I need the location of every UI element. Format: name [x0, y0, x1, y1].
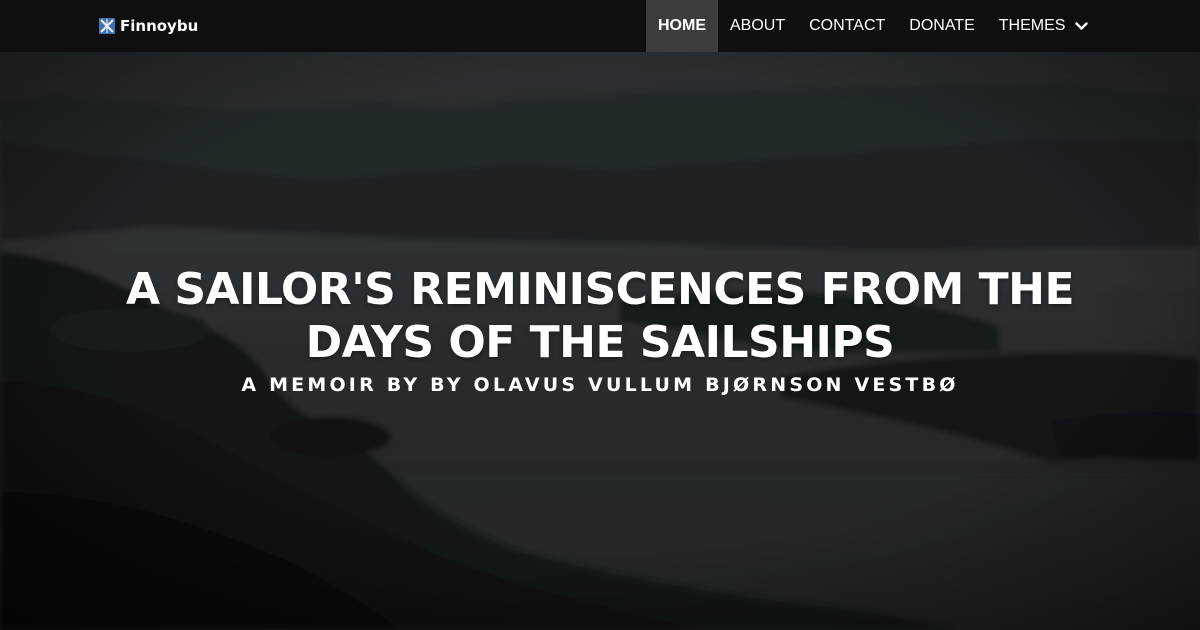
hero-title-line-1: A SAILOR'S REMINISCENCES FROM THE — [125, 264, 1075, 315]
hero-title-line-2: DAYS OF THE SAILSHIPS — [305, 317, 895, 368]
top-navbar: Finnoybu HOME ABOUT CONTACT DONATE THEME… — [0, 0, 1200, 52]
flag-logo-icon — [99, 18, 115, 34]
nav-item-label: THEMES — [998, 17, 1066, 34]
nav-item-home[interactable]: HOME — [646, 0, 718, 52]
nav-item-label: HOME — [658, 17, 706, 34]
nav-item-contact[interactable]: CONTACT — [797, 0, 897, 52]
nav-item-label: DONATE — [909, 17, 975, 34]
nav-item-themes-dropdown[interactable]: THEMES — [987, 0, 1101, 52]
nav-item-donate[interactable]: DONATE — [897, 0, 986, 52]
nav-item-label: ABOUT — [730, 17, 786, 34]
hero-subtitle: A MEMOIR BY BY OLAVUS VULLUM BJØRNSON VE… — [241, 374, 959, 396]
nav-item-label: CONTACT — [809, 17, 886, 34]
brand-link[interactable]: Finnoybu — [99, 15, 198, 37]
brand-name: Finnoybu — [120, 17, 199, 35]
hero-title: A SAILOR'S REMINISCENCES FROM THE DAYS O… — [100, 263, 1100, 369]
chevron-down-icon — [1075, 21, 1089, 30]
nav-item-about[interactable]: ABOUT — [718, 0, 797, 52]
nav-menu: HOME ABOUT CONTACT DONATE THEMES — [646, 0, 1100, 52]
hero-banner: A SAILOR'S REMINISCENCES FROM THE DAYS O… — [0, 52, 1200, 630]
